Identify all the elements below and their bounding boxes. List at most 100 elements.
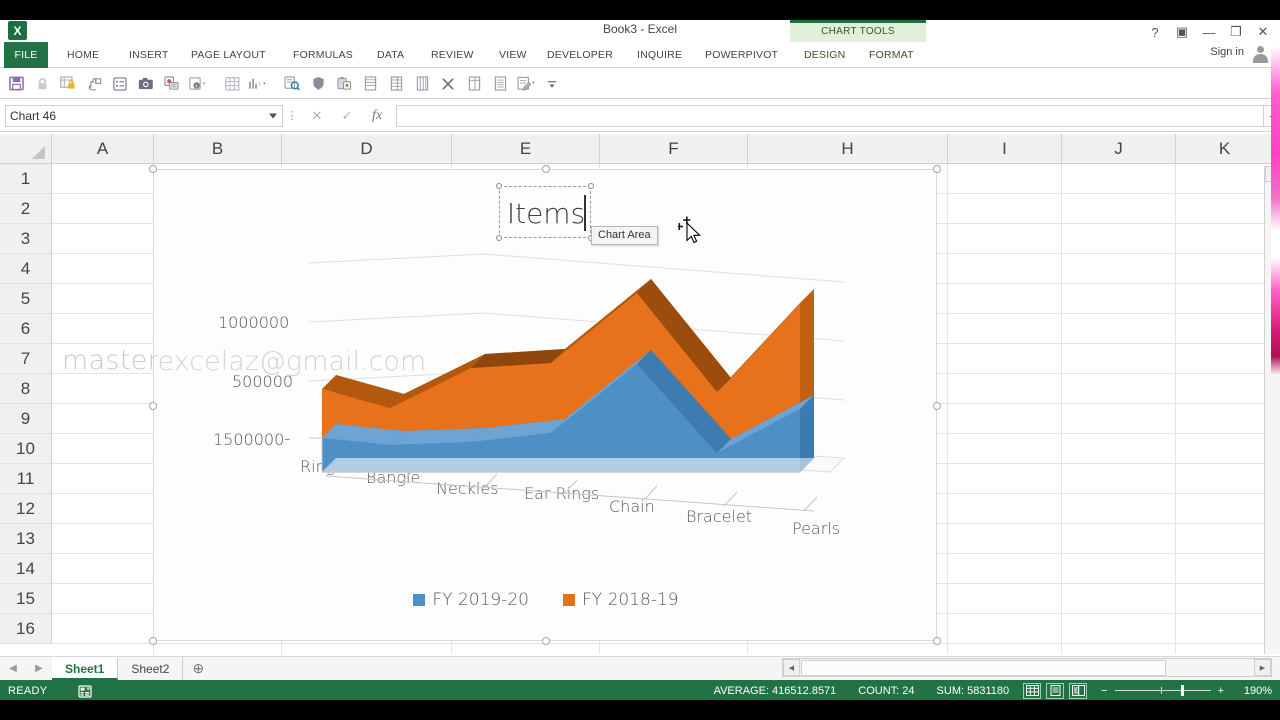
- restore-button[interactable]: ❐: [1223, 21, 1249, 43]
- chart-handle-top-center[interactable]: [542, 165, 550, 173]
- row-header-13[interactable]: 13: [0, 524, 52, 554]
- zoom-out-button[interactable]: −: [1101, 685, 1107, 697]
- zoom-slider-thumb[interactable]: [1180, 685, 1184, 696]
- tab-chart-design[interactable]: DESIGN: [797, 42, 852, 68]
- sheet-prev-button[interactable]: ◀: [9, 663, 17, 674]
- tab-chart-format[interactable]: FORMAT: [862, 42, 921, 68]
- minimize-button[interactable]: —: [1196, 21, 1222, 43]
- tab-view[interactable]: VIEW: [492, 42, 534, 68]
- tab-insert[interactable]: INSERT: [122, 42, 176, 68]
- speaker-notes-icon[interactable]: [160, 72, 184, 96]
- close-x-icon[interactable]: [436, 72, 460, 96]
- chart-handle-middle-right[interactable]: [933, 402, 941, 410]
- camera-icon[interactable]: [134, 72, 158, 96]
- row-header-5[interactable]: 5: [0, 284, 52, 314]
- title-handle-tr[interactable]: [588, 183, 594, 189]
- scroll-left-button[interactable]: ◀: [783, 659, 800, 676]
- sheet-column-icon[interactable]: [384, 72, 408, 96]
- chart-object[interactable]: masterexcelaz@gmail.com: [149, 165, 941, 645]
- horizontal-scroll-thumb[interactable]: [801, 659, 1166, 676]
- tab-powerpivot[interactable]: POWERPIVOT: [698, 42, 785, 68]
- chart-handle-middle-left[interactable]: [149, 402, 157, 410]
- page-break-view-icon[interactable]: [1069, 682, 1088, 699]
- sheet-list-icon[interactable]: [462, 72, 486, 96]
- title-handle-bl[interactable]: [496, 235, 502, 241]
- chart-handle-bottom-center[interactable]: [542, 637, 550, 645]
- account-avatar-icon[interactable]: [1250, 42, 1272, 66]
- info-dropdown-icon[interactable]: i: [186, 72, 210, 96]
- row-header-4[interactable]: 4: [0, 254, 52, 284]
- lock-icon[interactable]: [30, 72, 54, 96]
- status-sum[interactable]: SUM: 5831180: [937, 685, 1010, 697]
- row-header-8[interactable]: 8: [0, 374, 52, 404]
- tab-data[interactable]: DATA: [370, 42, 411, 68]
- spreadsheet-grid-icon[interactable]: [220, 72, 244, 96]
- tab-formulas[interactable]: FORMULAS: [286, 42, 360, 68]
- row-header-1[interactable]: 1: [0, 164, 52, 194]
- help-button[interactable]: ?: [1142, 21, 1168, 43]
- tab-review[interactable]: REVIEW: [424, 42, 481, 68]
- legend-item-fy-2018-19[interactable]: FY 2018-19: [563, 590, 679, 610]
- horizontal-scrollbar[interactable]: ◀ ▶: [782, 658, 1272, 677]
- status-count[interactable]: COUNT: 24: [858, 685, 914, 697]
- row-header-15[interactable]: 15: [0, 584, 52, 614]
- column-header-f[interactable]: F: [600, 134, 748, 164]
- chevron-down-icon[interactable]: [269, 113, 277, 118]
- sheet-icon[interactable]: [358, 72, 382, 96]
- chart-handle-bottom-right[interactable]: [933, 637, 941, 645]
- zoom-level-label[interactable]: 190%: [1234, 685, 1272, 697]
- formula-input[interactable]: [396, 104, 1263, 127]
- list-icon[interactable]: [488, 72, 512, 96]
- sheet-next-button[interactable]: ▶: [35, 663, 43, 674]
- status-average[interactable]: AVERAGE: 416512.8571: [714, 685, 837, 697]
- row-header-3[interactable]: 3: [0, 224, 52, 254]
- column-header-e[interactable]: E: [452, 134, 600, 164]
- tab-page-layout[interactable]: PAGE LAYOUT: [184, 42, 273, 68]
- form-icon[interactable]: [108, 72, 132, 96]
- column-header-a[interactable]: A: [52, 134, 154, 164]
- legend-item-fy-2019-20[interactable]: FY 2019-20: [413, 590, 529, 610]
- row-header-16[interactable]: 16: [0, 614, 52, 644]
- sheet-tab-sheet2[interactable]: Sheet2: [118, 657, 184, 680]
- enter-icon[interactable]: ✓: [333, 105, 361, 127]
- column-header-h[interactable]: H: [748, 134, 948, 164]
- select-all-button[interactable]: [0, 134, 52, 164]
- column-header-i[interactable]: I: [948, 134, 1062, 164]
- tab-home[interactable]: HOME: [60, 42, 106, 68]
- shield-icon[interactable]: [306, 72, 330, 96]
- save-icon[interactable]: [4, 72, 28, 96]
- row-header-11[interactable]: 11: [0, 464, 52, 494]
- column-header-b[interactable]: B: [154, 134, 282, 164]
- row-header-7[interactable]: 7: [0, 344, 52, 374]
- name-box[interactable]: Chart 46: [5, 104, 283, 127]
- column-header-j[interactable]: J: [1062, 134, 1176, 164]
- edit-dropdown-icon[interactable]: [514, 72, 538, 96]
- chart-handle-top-right[interactable]: [933, 165, 941, 173]
- close-button[interactable]: ✕: [1250, 21, 1276, 43]
- page-layout-view-icon[interactable]: [1046, 682, 1065, 699]
- chart-handle-top-left[interactable]: [149, 165, 157, 173]
- zoom-slider-track[interactable]: [1114, 685, 1211, 696]
- column-header-k[interactable]: K: [1176, 134, 1274, 164]
- row-header-6[interactable]: 6: [0, 314, 52, 344]
- insert-function-icon[interactable]: fx: [363, 105, 391, 127]
- table-icon[interactable]: [410, 72, 434, 96]
- record-macro-icon[interactable]: [77, 684, 93, 698]
- column-header-d[interactable]: D: [282, 134, 452, 164]
- cancel-icon[interactable]: ✕: [303, 105, 331, 127]
- scroll-right-button[interactable]: ▶: [1254, 659, 1271, 676]
- row-header-12[interactable]: 12: [0, 494, 52, 524]
- normal-view-icon[interactable]: [1023, 682, 1042, 699]
- row-header-10[interactable]: 10: [0, 434, 52, 464]
- tab-developer[interactable]: DEVELOPER: [540, 42, 620, 68]
- title-handle-tl[interactable]: [496, 183, 502, 189]
- row-header-2[interactable]: 2: [0, 194, 52, 224]
- chart-dropdown-icon[interactable]: i: [246, 72, 270, 96]
- paste-special-icon[interactable]: [332, 72, 356, 96]
- customize-qat-icon[interactable]: [540, 72, 564, 96]
- chart-title[interactable]: Items: [500, 187, 592, 239]
- row-header-14[interactable]: 14: [0, 554, 52, 584]
- zoom-in-button[interactable]: +: [1218, 685, 1224, 697]
- chart-handle-bottom-left[interactable]: [149, 637, 157, 645]
- sheet-tab-sheet1[interactable]: Sheet1: [52, 657, 119, 680]
